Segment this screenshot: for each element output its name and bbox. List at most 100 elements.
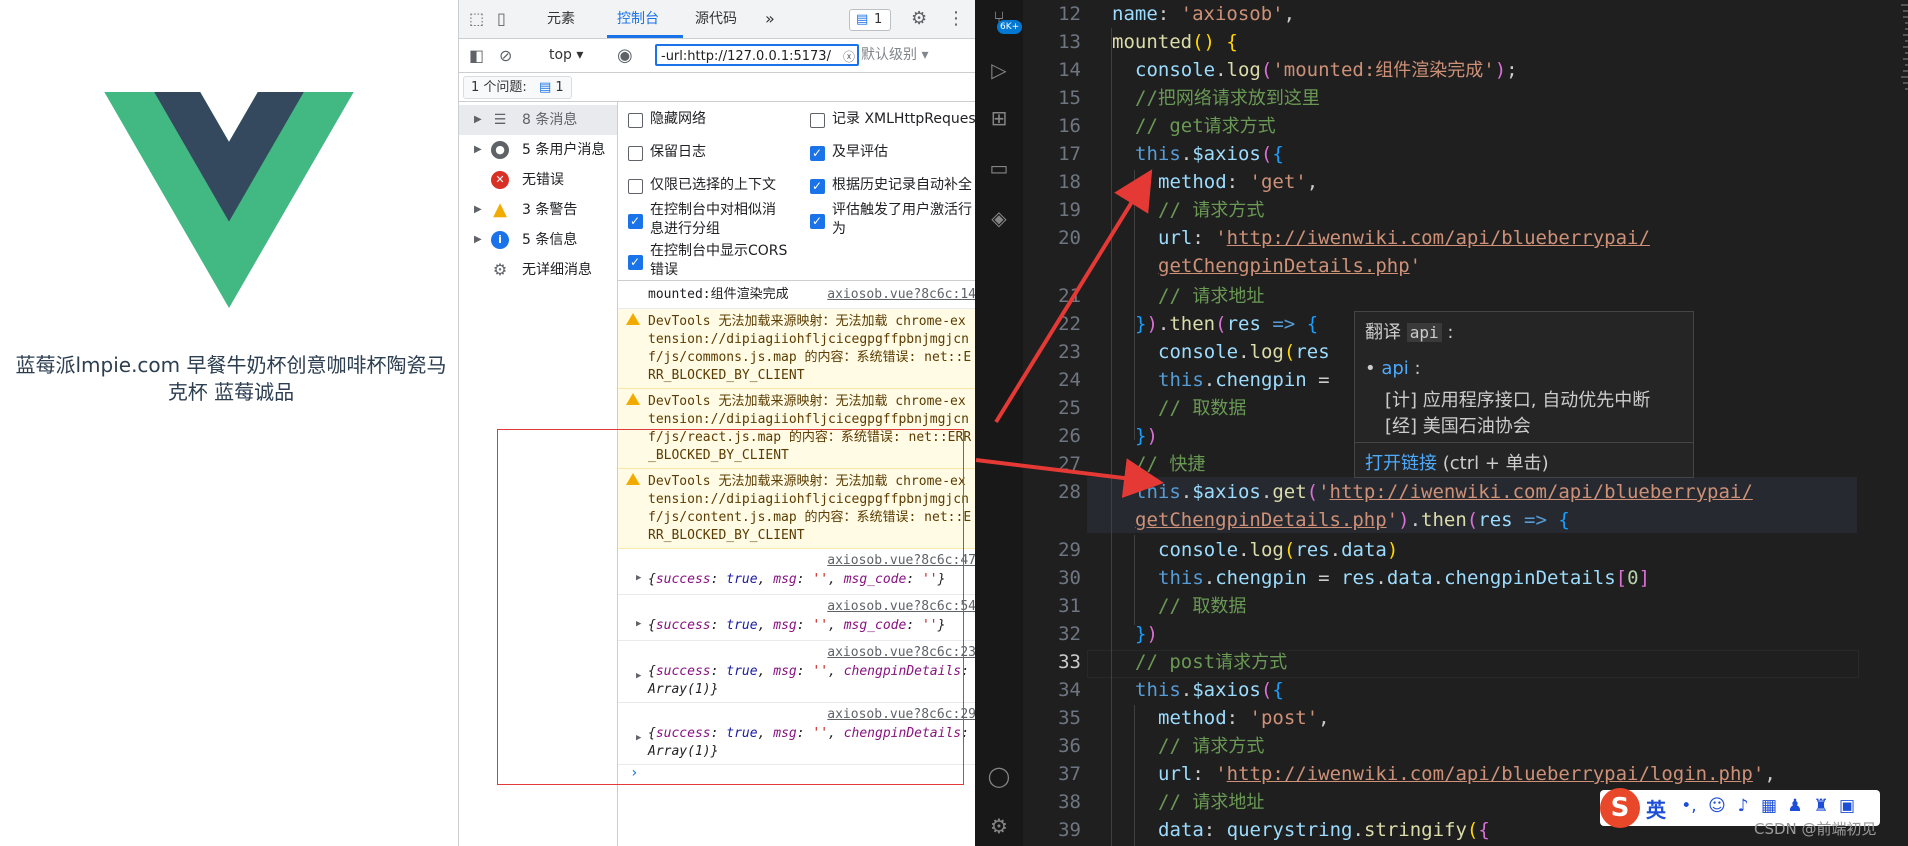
clear-filter-icon[interactable]: ⓧ [843,46,855,64]
sidebar-item-user-messages[interactable]: ▶ ● 5 条用户消息 [459,135,617,165]
code-line: // 请求地址 [1158,285,1265,307]
layers-icon[interactable]: ◈ [987,206,1011,230]
account-icon[interactable]: ◯ [987,764,1011,788]
code-line: getChengpinDetails.php').then(res => { [1135,509,1570,531]
watermark: CSDN @前端初见 [1754,820,1877,838]
line-number: 37 [1058,763,1081,785]
code-line: url: 'http://iwenwiki.com/api/blueberryp… [1158,763,1776,785]
expand-arrow-icon[interactable]: ▶ [636,671,641,681]
code-line: console.log('mounted:组件渲染完成'); [1135,59,1518,81]
code-line: // get请求方式 [1135,115,1276,137]
expand-arrow-icon: ▶ [474,234,482,245]
console-prompt[interactable]: › [630,765,638,781]
source-link[interactable]: axiosob.vue?8c6c:23 [827,644,976,662]
code-line: method: 'post', [1158,707,1330,729]
warning-icon: ▲ [493,199,507,220]
line-number: 38 [1058,791,1081,813]
sidebar-item-messages[interactable]: ▶ ☰ 8 条消息 [459,105,617,135]
object-log[interactable]: axiosob.vue?8c6c:29 ▶ {success: true, ms… [618,703,976,765]
grid-icon[interactable]: ▣ [1838,796,1856,816]
folder-icon[interactable]: ▭ [987,156,1011,180]
ime-language-toggle[interactable]: 英 [1646,794,1666,823]
source-link[interactable]: axiosob.vue?8c6c:29 [827,706,976,724]
extensions-icon[interactable]: ⊞ [987,106,1011,130]
inspect-icon[interactable]: ⬚ [469,0,484,38]
line-number: 19 [1058,199,1081,221]
line-number: 29 [1058,539,1081,561]
source-link[interactable]: axiosob.vue?8c6c:47 [827,552,976,570]
console-output: mounted:组件渲染完成 axiosob.vue?8c6c:14 DevTo… [618,281,976,846]
line-number: 24 [1058,369,1081,391]
microphone-icon[interactable]: ♪ [1734,796,1752,816]
code-line: //把网络请求放到这里 [1135,87,1320,109]
kebab-menu-icon[interactable]: ⋮ [947,0,965,38]
warning-message: DevTools 无法加载来源映射：无法加载 chrome-extension:… [618,469,976,549]
code-line: }) [1135,623,1158,645]
indent-guide [1134,535,1135,625]
sidebar-toggle-icon[interactable]: ◧ [469,39,484,72]
object-log[interactable]: axiosob.vue?8c6c:23 ▶ {success: true, ms… [618,641,976,703]
issues-badge[interactable]: ▤ 1 [849,9,891,31]
expand-arrow-icon: ▶ [474,114,482,125]
comment-icon: ▤ [856,12,869,27]
context-select[interactable]: top ▾ [549,39,583,72]
object-log[interactable]: axiosob.vue?8c6c:47 ▶ {success: true, ms… [618,549,976,595]
devtools-tabbar: ⬚ ▯ 元素 控制台 源代码 » ▤ 1 ⚙ ⋮ [459,0,976,39]
expand-arrow-icon[interactable]: ▶ [636,733,641,743]
indent-guide [1134,705,1135,846]
eye-icon[interactable]: ◉ [617,39,633,72]
line-number: 15 [1058,87,1081,109]
more-tabs-button[interactable]: » [765,0,775,38]
code-line: name: 'axiosob', [1112,3,1296,25]
filter-input[interactable]: -url:http://127.0.0.1:5173/ ⓧ [655,44,859,66]
line-number: 35 [1058,707,1081,729]
list-icon: ☰ [493,112,507,128]
open-link[interactable]: 打开链接 [1365,453,1437,474]
object-log[interactable]: axiosob.vue?8c6c:54 ▶ {success: true, ms… [618,595,976,641]
warning-icon [626,473,640,485]
sidebar-item-verbose[interactable]: ⚙ 无详细消息 [459,255,617,285]
run-debug-icon[interactable]: ▷ [987,58,1011,82]
line-number: 14 [1058,59,1081,81]
sogou-logo-icon[interactable]: S [1600,788,1640,828]
line-number: 28 [1058,481,1081,503]
source-link[interactable]: axiosob.vue?8c6c:14 [827,286,976,304]
tab-console[interactable]: 控制台 [617,0,659,38]
indent-guide [1111,28,1112,846]
code-line: method: 'get', [1158,171,1319,193]
minimap[interactable] [1897,0,1908,120]
settings-gear-icon[interactable]: ⚙ [911,0,927,38]
issues-button[interactable]: 1 个问题: ▤ 1 [463,76,572,99]
code-line: }).then(res => { [1135,313,1319,335]
code-line: // 取数据 [1158,595,1247,617]
keyboard-icon[interactable]: ▦ [1760,796,1778,816]
code-line: this.chengpin = [1158,369,1330,391]
person-icon[interactable]: ♟ [1786,796,1804,816]
expand-arrow-icon[interactable]: ▶ [636,619,641,629]
expand-arrow-icon[interactable]: ▶ [636,573,641,583]
emoji-icon[interactable]: ☺ [1708,796,1726,816]
code-line: // 快捷 [1135,453,1206,475]
tab-sources[interactable]: 源代码 [695,0,737,38]
line-number: 33 [1058,651,1081,673]
line-number: 20 [1058,227,1081,249]
tab-elements[interactable]: 元素 [547,0,575,38]
manage-gear-icon[interactable]: ⚙ [987,814,1011,838]
console-toolbar: ◧ ⊘ top ▾ ◉ -url:http://127.0.0.1:5173/ … [459,39,976,73]
sidebar-item-warnings[interactable]: ▶ ▲ 3 条警告 [459,195,617,225]
log-level-select[interactable]: 默认级别 ▾ [861,39,928,72]
sidebar-item-info[interactable]: ▶ i 5 条信息 [459,225,617,255]
indent-guide [1134,170,1135,440]
expand-arrow-icon: ▶ [474,204,482,215]
clear-console-icon[interactable]: ⊘ [499,39,512,72]
line-number: 17 [1058,143,1081,165]
warning-icon [626,313,640,325]
punctuation-icon[interactable]: •, [1680,796,1698,816]
source-link[interactable]: axiosob.vue?8c6c:54 [827,598,976,616]
device-toggle-icon[interactable]: ▯ [497,0,506,38]
shirt-icon[interactable]: ♜ [1812,796,1830,816]
sidebar-item-errors[interactable]: ✕ 无错误 [459,165,617,195]
line-number: 34 [1058,679,1081,701]
line-number: 16 [1058,115,1081,137]
code-line: this.chengpin = res.data.chengpinDetails… [1158,567,1651,589]
